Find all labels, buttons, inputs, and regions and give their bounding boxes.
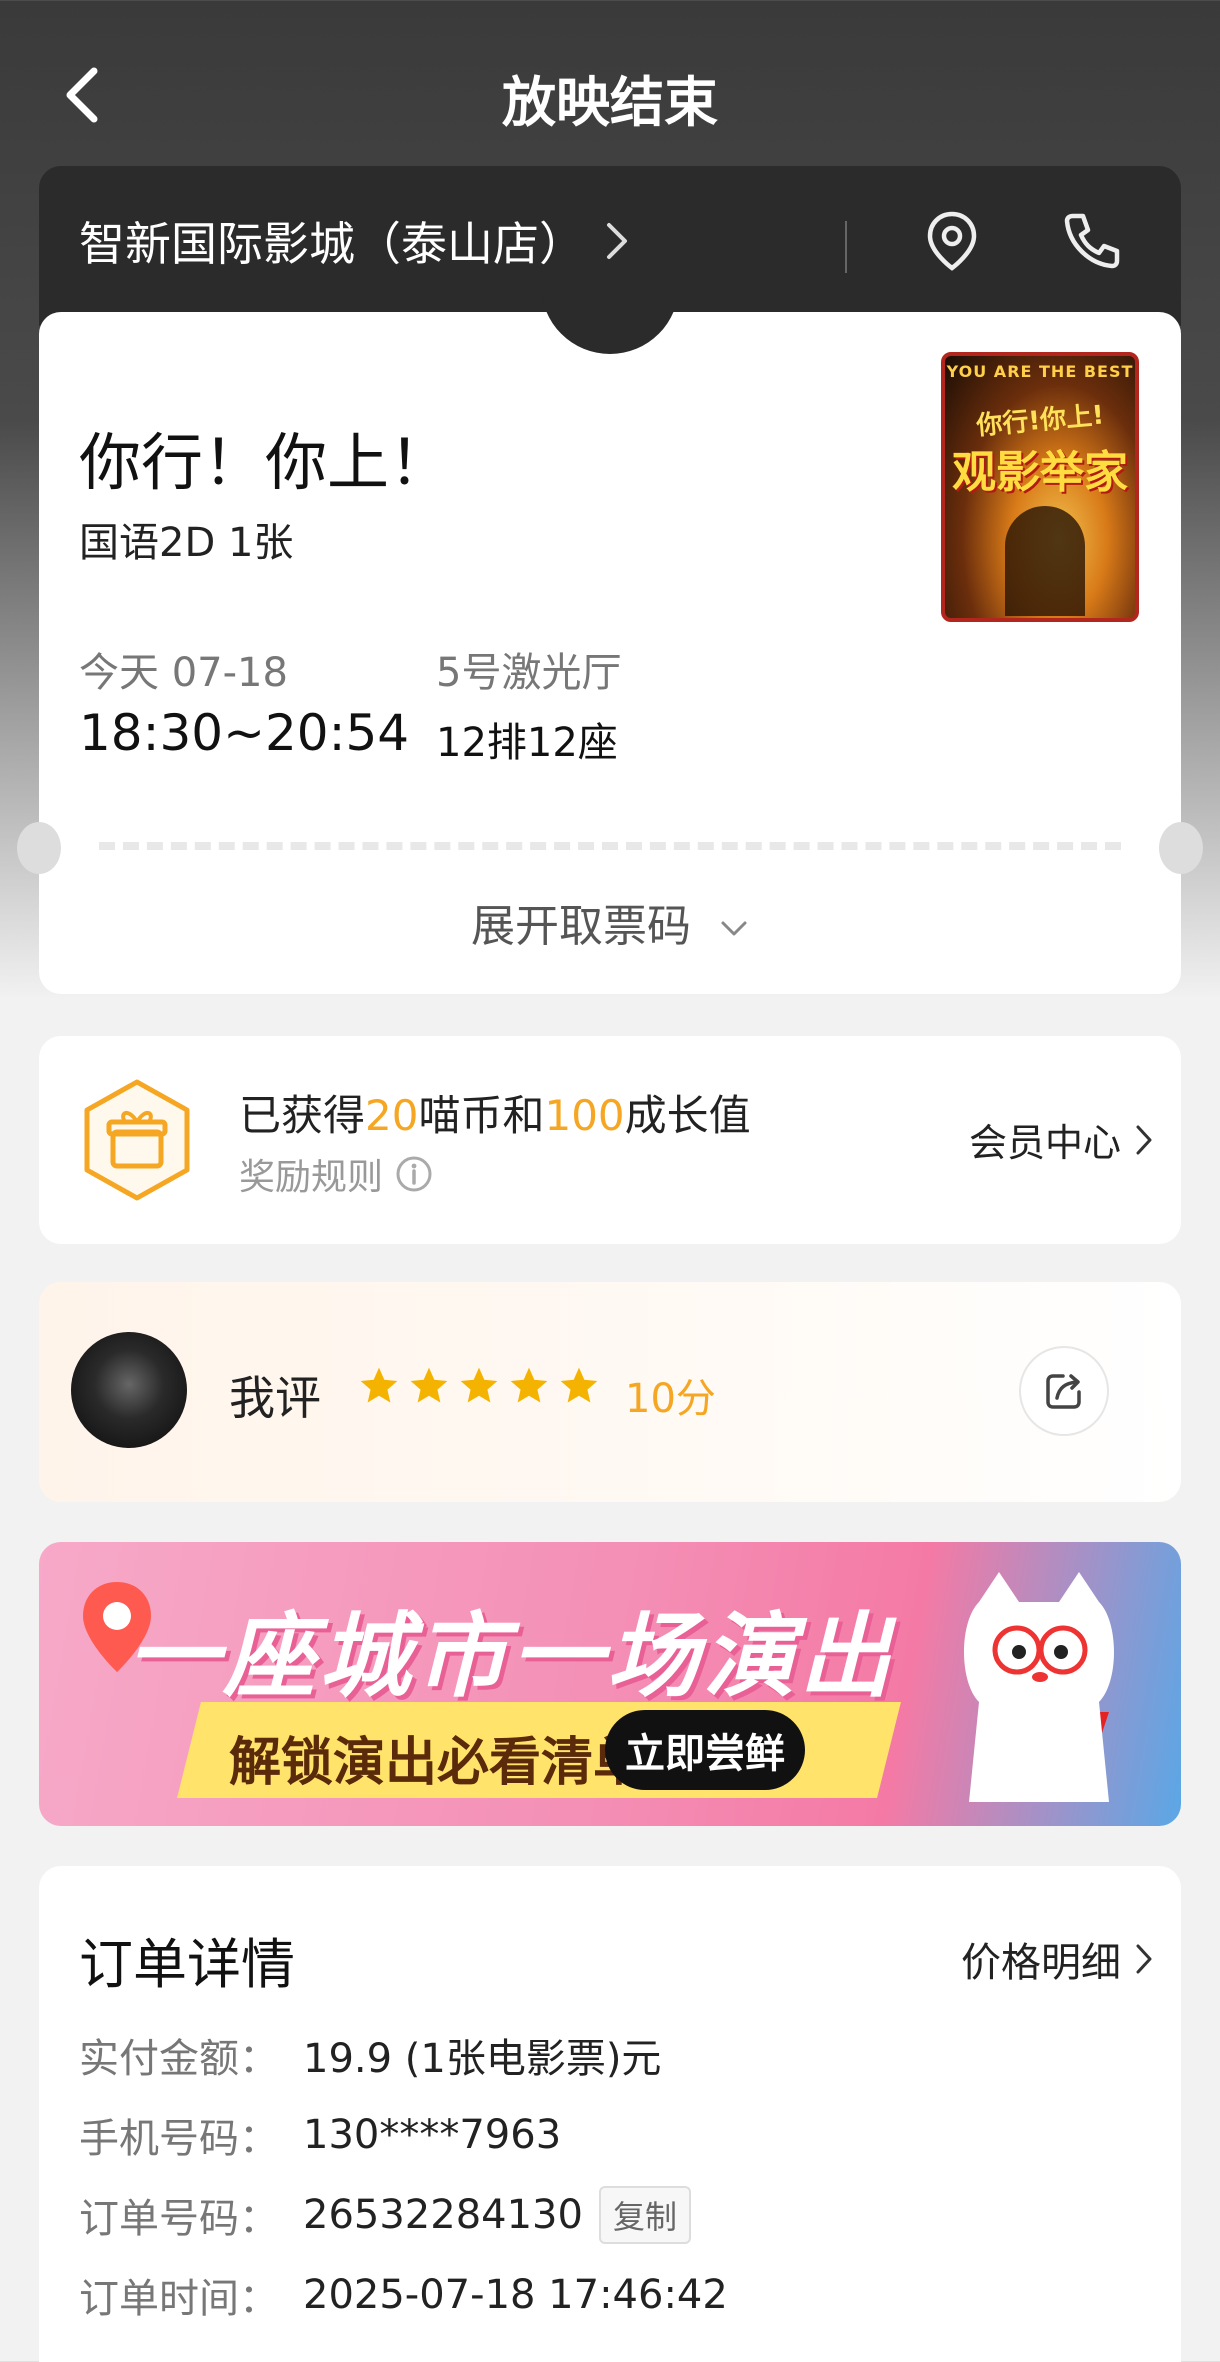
expand-label: 展开取票码 <box>471 901 691 952</box>
hall-name: 5号激光厅 <box>436 650 622 696</box>
seat-info: 12排12座 <box>436 720 618 766</box>
review-card: 我评 10分 <box>39 1282 1181 1502</box>
reward-card: 已获得20喵币和100成长值 奖励规则 会员中心 <box>39 1036 1181 1244</box>
show-time: 18:30~20:54 <box>79 704 410 762</box>
order-row-key: 手机号码： <box>79 2116 279 2162</box>
chevron-right-icon <box>1136 1944 1152 1974</box>
order-row-amount: 实付金额： 19.9 (1张电影票)元 <box>79 2026 661 2084</box>
ticket-notch-left <box>17 822 61 874</box>
reward-prefix: 已获得 <box>239 1091 366 1140</box>
poster-line2: 观影举家 <box>952 447 1128 498</box>
chevron-down-icon <box>721 921 747 936</box>
review-score: 10分 <box>625 1376 716 1422</box>
price-detail-label: 价格明细 <box>961 1940 1121 1986</box>
movie-title[interactable]: 你行！你上！ <box>79 412 451 502</box>
ticket-card: 你行！你上！ 国语2D 1张 YOU ARE THE BEST 你行!你上! 观… <box>17 282 1203 994</box>
ticket-notch-right <box>1159 822 1203 874</box>
order-row-number: 订单号码： 26532284130 复制 <box>79 2186 691 2244</box>
ticket-notch <box>541 282 679 354</box>
order-row-value: 26532284130 <box>303 2192 583 2238</box>
banner-title: 一座城市一场演出 <box>127 1603 896 1710</box>
reward-suffix: 成长值 <box>624 1091 751 1140</box>
reward-mid: 喵币和 <box>418 1091 545 1140</box>
order-row-time: 订单时间： 2025-07-18 17:46:42 <box>79 2266 728 2324</box>
chevron-right-icon <box>1136 1125 1152 1154</box>
order-details-card: 订单详情 价格明细 实付金额： 19.9 (1张电影票)元 手机号码： 130*… <box>39 1866 1181 2362</box>
price-detail-link[interactable]: 价格明细 <box>961 1930 1153 1988</box>
divider <box>845 221 847 273</box>
star-icon <box>360 1367 398 1403</box>
show-date: 今天 07-18 <box>79 650 288 696</box>
phone-button[interactable] <box>1057 206 1127 276</box>
banner-subtitle: 解锁演出必看清单 <box>229 1733 646 1793</box>
movie-meta: 国语2D 1张 <box>79 520 294 566</box>
reward-coins: 20 <box>365 1091 419 1140</box>
location-pin-icon <box>927 211 977 271</box>
star-rating <box>357 1364 601 1408</box>
star-icon <box>560 1367 598 1403</box>
star-icon <box>410 1367 448 1403</box>
movie-poster[interactable]: YOU ARE THE BEST 你行!你上! 观影举家 <box>941 352 1139 622</box>
avatar[interactable] <box>71 1332 187 1448</box>
chevron-right-icon <box>607 223 627 259</box>
banner-cta-button[interactable]: 立即尝鲜 <box>605 1710 805 1790</box>
cinema-name: 智新国际影城（泰山店） <box>79 217 585 271</box>
share-button[interactable] <box>1019 1346 1109 1436</box>
reward-rules-label: 奖励规则 <box>239 1157 384 1198</box>
reward-growth: 100 <box>544 1091 625 1140</box>
top-nav: 放映结束 <box>0 0 1220 190</box>
expand-ticket-code-button[interactable]: 展开取票码 <box>39 890 1181 954</box>
review-label: 我评 <box>229 1371 321 1425</box>
page-title: 放映结束 <box>502 71 718 134</box>
promo-banner[interactable]: 一座城市一场演出 解锁演出必看清单 立即尝鲜 <box>39 1542 1181 1826</box>
cinema-link[interactable]: 智新国际影城（泰山店） <box>79 208 629 274</box>
star-icon <box>460 1367 498 1403</box>
star-icon <box>510 1367 548 1403</box>
reward-summary: 已获得20喵币和100成长值 <box>239 1082 751 1143</box>
member-center-link[interactable]: 会员中心 <box>969 1112 1153 1167</box>
order-row-value: 2025-07-18 17:46:42 <box>303 2272 728 2318</box>
order-row-key: 订单号码： <box>79 2196 279 2242</box>
order-row-value: 19.9 (1张电影票)元 <box>303 2036 662 2082</box>
poster-figure <box>1005 506 1085 616</box>
cat-mascot-icon <box>964 1572 1114 1802</box>
order-row-value: 130****7963 <box>303 2112 562 2158</box>
gift-icon <box>84 1079 190 1201</box>
member-center-label: 会员中心 <box>968 1121 1121 1165</box>
order-row-key: 订单时间： <box>79 2276 279 2322</box>
poster-top-text: YOU ARE THE BEST <box>946 362 1134 381</box>
phone-icon <box>1064 213 1120 269</box>
location-button[interactable] <box>917 206 987 276</box>
reward-rules-link[interactable]: 奖励规则 <box>239 1148 433 1200</box>
order-row-phone: 手机号码： 130****7963 <box>79 2106 561 2164</box>
info-icon <box>396 1156 432 1192</box>
order-row-key: 实付金额： <box>79 2036 279 2082</box>
ticket-divider <box>99 842 1121 850</box>
share-icon <box>1046 1374 1081 1409</box>
order-title: 订单详情 <box>79 1933 295 1996</box>
copy-button[interactable]: 复制 <box>598 2186 691 2244</box>
